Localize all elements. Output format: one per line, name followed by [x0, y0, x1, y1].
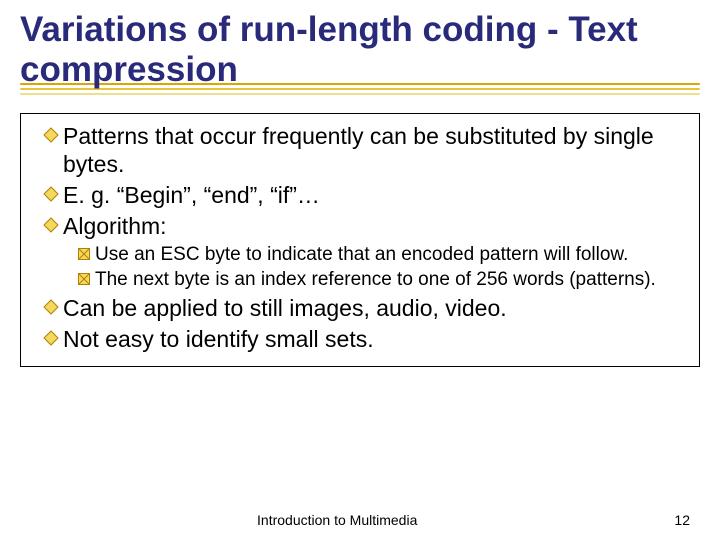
list-item: Can be applied to still images, audio, v… — [43, 294, 687, 323]
square-bullet-icon — [77, 272, 91, 286]
bullet-text: The next byte is an index reference to o… — [95, 268, 656, 292]
diamond-bullet-icon — [43, 299, 59, 315]
list-item: E. g. “Begin”, “end”, “if”… — [43, 181, 687, 210]
list-item: Algorithm: — [43, 212, 687, 241]
diamond-bullet-icon — [43, 330, 59, 346]
slide-title: Variations of run-length coding - Text c… — [20, 10, 700, 91]
list-item: Patterns that occur frequently can be su… — [43, 122, 687, 180]
diamond-bullet-icon — [43, 127, 59, 143]
bullet-text: Algorithm: — [63, 212, 167, 241]
bullet-text: Patterns that occur frequently can be su… — [63, 122, 687, 180]
list-item: Use an ESC byte to indicate that an enco… — [77, 243, 687, 267]
content-box: Patterns that occur frequently can be su… — [20, 113, 700, 367]
list-item: Not easy to identify small sets. — [43, 325, 687, 354]
bullet-text: Can be applied to still images, audio, v… — [63, 294, 507, 323]
footer-text: Introduction to Multimedia — [0, 512, 674, 528]
diamond-bullet-icon — [43, 186, 59, 202]
square-bullet-icon — [77, 247, 91, 261]
list-item: The next byte is an index reference to o… — [77, 268, 687, 292]
bullet-text: E. g. “Begin”, “end”, “if”… — [63, 181, 320, 210]
page-number: 12 — [674, 512, 690, 528]
bullet-text: Use an ESC byte to indicate that an enco… — [95, 243, 628, 267]
diamond-bullet-icon — [43, 217, 59, 233]
slide-footer: Introduction to Multimedia 12 — [0, 512, 720, 528]
bullet-text: Not easy to identify small sets. — [63, 325, 374, 354]
